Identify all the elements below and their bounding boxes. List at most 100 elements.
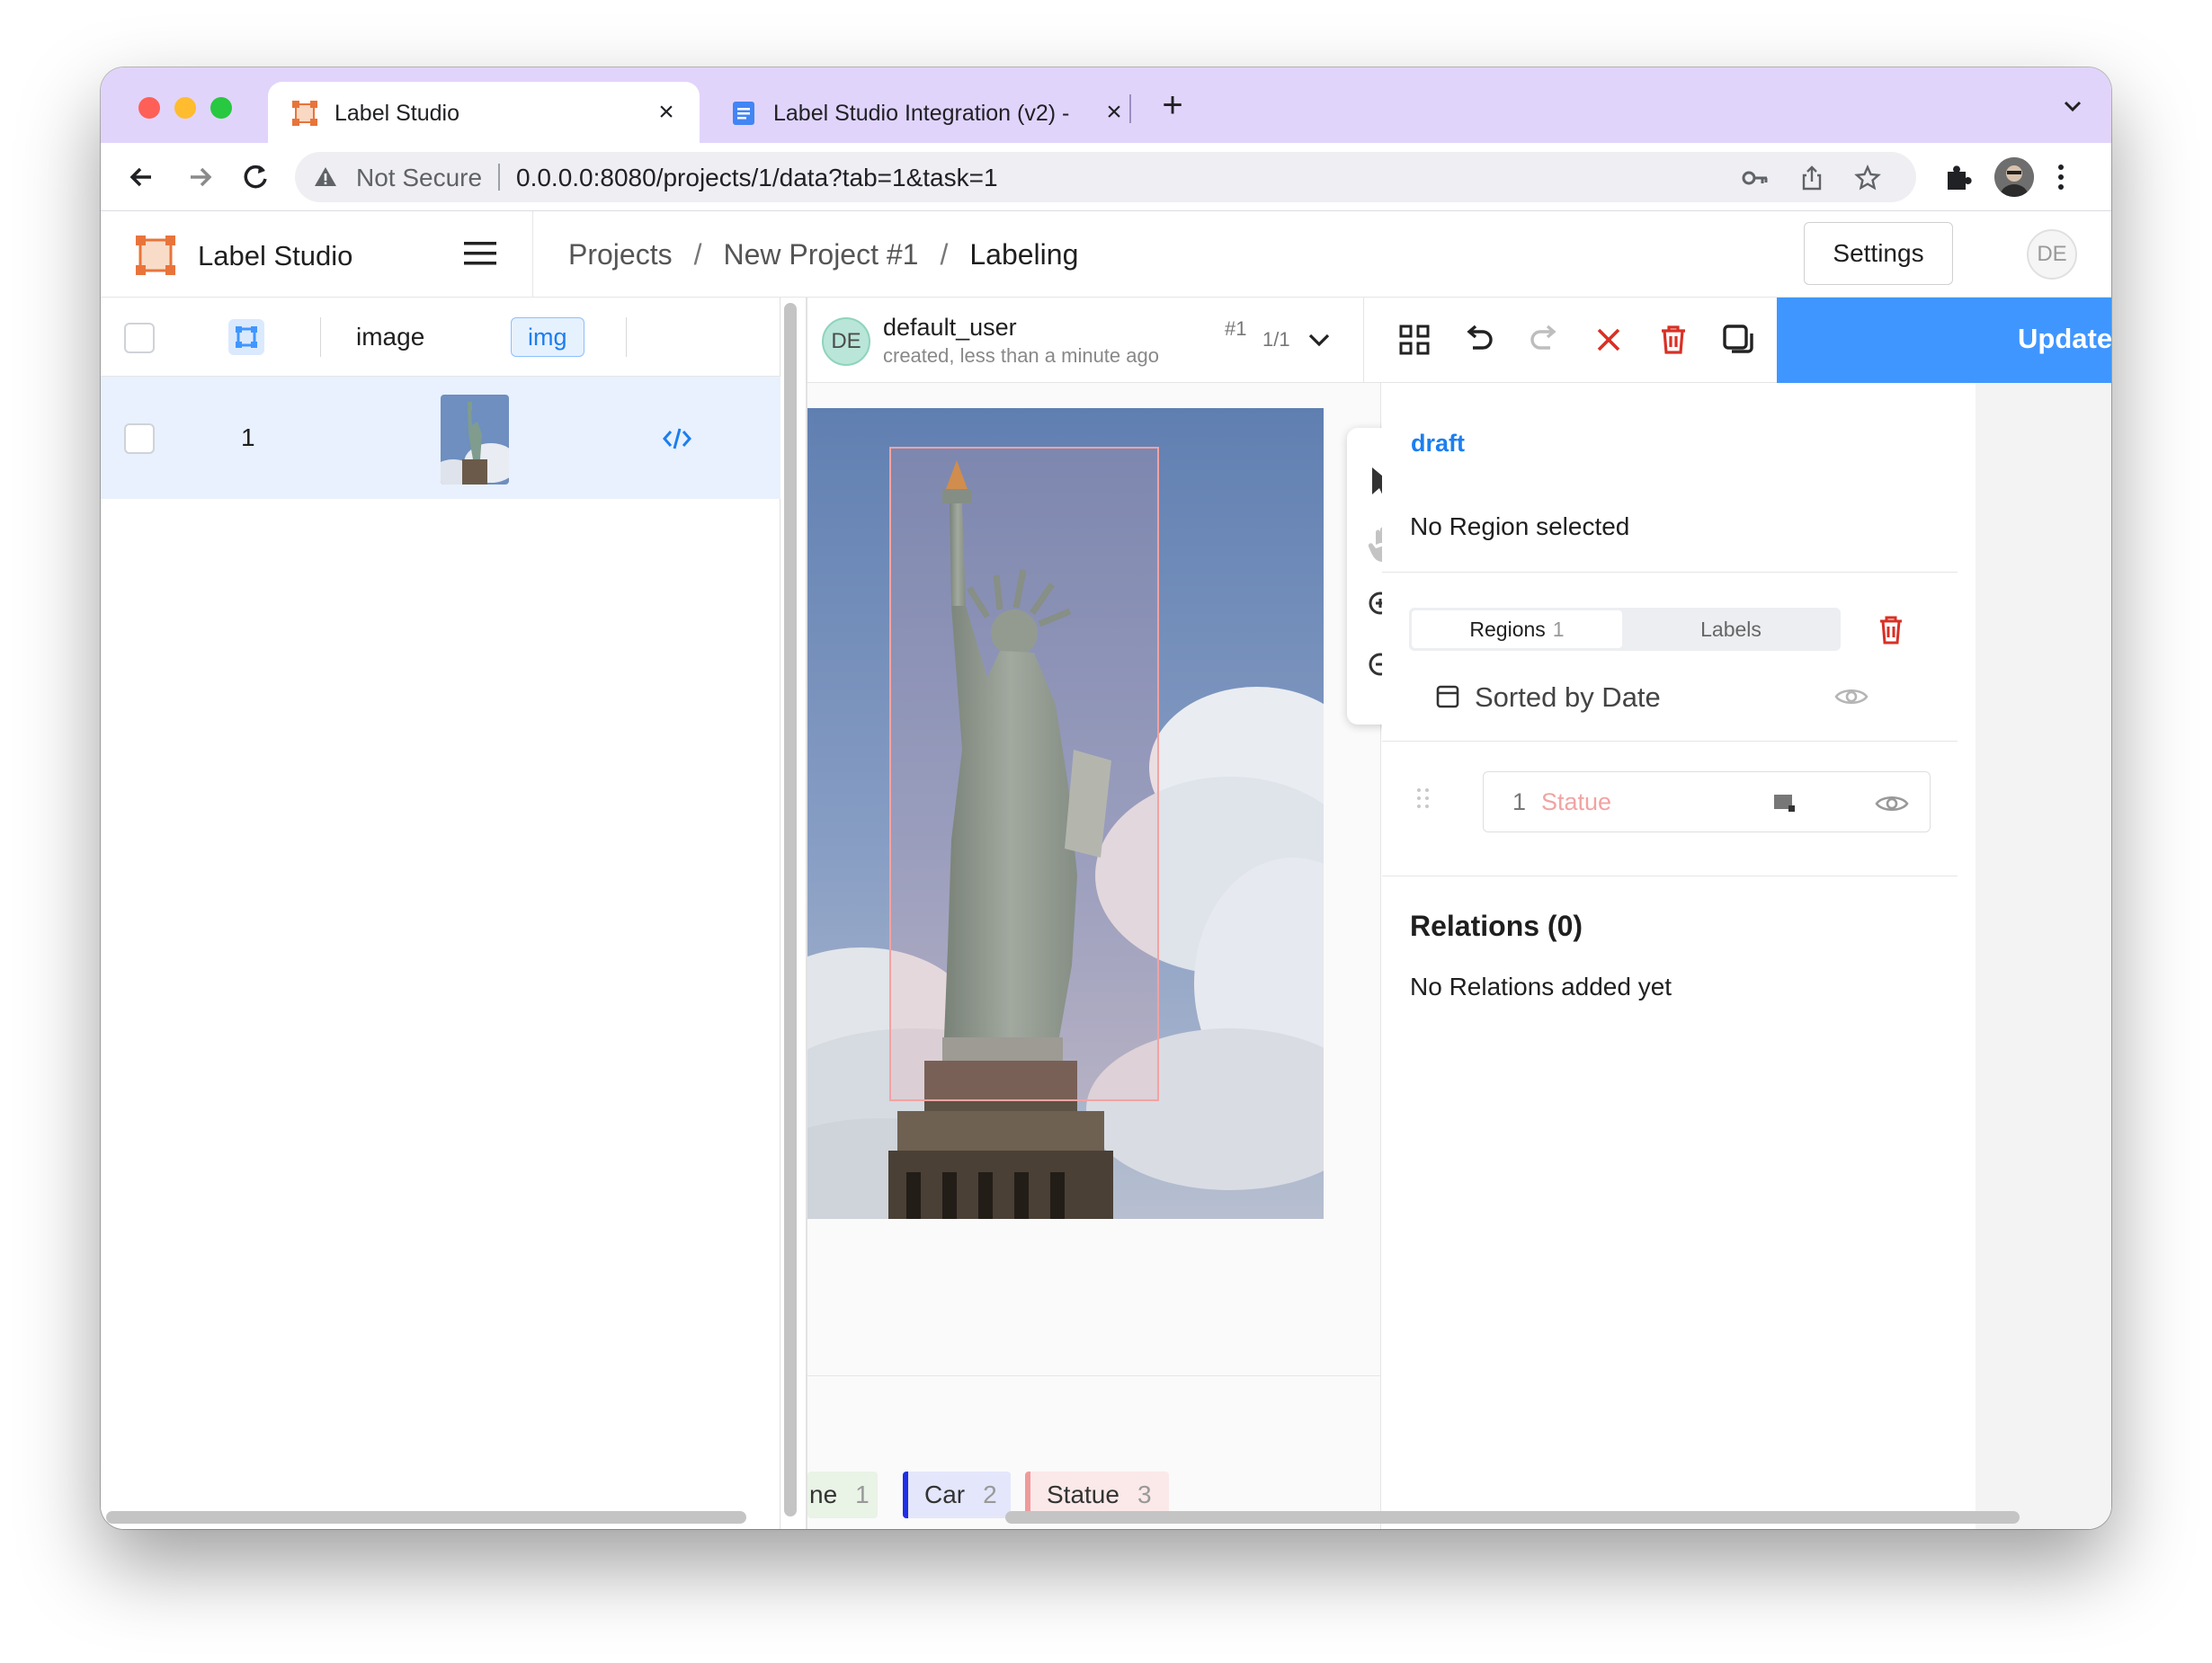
- no-region-text: No Region selected: [1410, 512, 1630, 540]
- vertical-scrollbar[interactable]: [784, 303, 797, 1516]
- rectangle-region-icon: [1771, 790, 1797, 815]
- docs-icon: [730, 100, 757, 127]
- address-divider: [498, 164, 500, 191]
- minimize-window-button[interactable]: [174, 97, 196, 119]
- column-divider: [626, 317, 627, 357]
- breadcrumb-project[interactable]: New Project #1: [723, 238, 918, 271]
- visibility-eye-icon[interactable]: [1874, 790, 1910, 817]
- labeling-interface: DE default_user #1 created, less than a …: [807, 298, 2111, 1529]
- breadcrumb: Projects / New Project #1 / Labeling: [568, 235, 1078, 274]
- table-header: image img: [101, 298, 780, 377]
- tab-label: Regions: [1469, 617, 1546, 641]
- type-badge: img: [511, 317, 584, 357]
- horizontal-scrollbar[interactable]: [106, 1511, 746, 1524]
- redo-icon[interactable]: [1523, 319, 1565, 360]
- grid-view-icon[interactable]: [1394, 319, 1435, 360]
- duplicate-icon[interactable]: [1717, 319, 1759, 360]
- annotation-number: #1: [1225, 317, 1247, 340]
- column-type-icon[interactable]: [228, 319, 264, 355]
- select-all-checkbox[interactable]: [124, 323, 155, 353]
- region-item[interactable]: 1 Statue: [1483, 771, 1931, 832]
- browser-toolbar: Not Secure 0.0.0.0:8080/projects/1/data?…: [101, 143, 2111, 211]
- user-avatar[interactable]: DE: [2027, 229, 2077, 280]
- close-window-button[interactable]: [138, 97, 160, 119]
- tab-labels[interactable]: Labels: [1625, 610, 1837, 648]
- row-id: 1: [241, 423, 255, 451]
- toolbar-divider: [1363, 298, 1364, 383]
- app-header: Label Studio Projects / New Project #1 /…: [101, 211, 2111, 298]
- extensions-puzzle-icon[interactable]: [1942, 161, 1975, 193]
- table-row[interactable]: 1: [101, 377, 780, 499]
- address-bar[interactable]: Not Secure 0.0.0.0:8080/projects/1/data?…: [295, 152, 1916, 202]
- row-checkbox[interactable]: [124, 423, 155, 454]
- new-tab-button[interactable]: +: [1151, 84, 1194, 127]
- sidebar-gutter: [1976, 383, 2111, 1529]
- annotation-created: created, less than a minute ago: [883, 344, 1159, 367]
- back-icon[interactable]: [122, 157, 162, 197]
- breadcrumb-projects[interactable]: Projects: [568, 238, 673, 271]
- relations-empty-text: No Relations added yet: [1410, 973, 1672, 1000]
- label-hotkey: 1: [855, 1481, 870, 1508]
- code-icon[interactable]: [662, 425, 692, 452]
- label-studio-logo-icon: [291, 100, 318, 127]
- delete-all-regions-icon[interactable]: [1875, 613, 1907, 647]
- browser-window: Label Studio × Label Studio Integration …: [101, 67, 2111, 1529]
- regions-sidebar: draft No Region selected Regions 1 Label…: [1382, 383, 1976, 1529]
- column-divider: [320, 317, 321, 357]
- reload-icon[interactable]: [236, 157, 275, 197]
- settings-button[interactable]: Settings: [1804, 222, 1953, 285]
- statue-thumbnail[interactable]: [441, 395, 509, 485]
- security-label: Not Secure: [356, 164, 483, 191]
- visibility-eye-icon[interactable]: [1833, 683, 1869, 710]
- tab-regions[interactable]: Regions 1: [1412, 610, 1622, 648]
- app-name[interactable]: Label Studio: [198, 240, 352, 272]
- label-chip[interactable]: Car 2: [903, 1472, 1011, 1518]
- close-tab-icon[interactable]: ×: [651, 97, 682, 128]
- password-key-icon[interactable]: [1741, 165, 1770, 191]
- label-hotkey: 3: [1137, 1481, 1152, 1508]
- tab-strip: Label Studio × Label Studio Integration …: [101, 67, 2111, 143]
- column-header-image[interactable]: image: [356, 323, 424, 351]
- drag-handle-icon[interactable]: [1414, 786, 1432, 811]
- chevron-down-icon[interactable]: [2059, 93, 2086, 120]
- label-chip[interactable]: ne 1: [807, 1472, 878, 1518]
- tab-label: Labels: [1700, 617, 1762, 641]
- reset-cross-icon[interactable]: [1588, 319, 1629, 360]
- header-divider: [532, 211, 533, 298]
- horizontal-scrollbar[interactable]: [1005, 1511, 2020, 1524]
- region-label: Statue: [1541, 788, 1612, 815]
- delete-trash-icon[interactable]: [1653, 319, 1694, 360]
- hamburger-menu-icon[interactable]: [462, 238, 498, 269]
- bookmark-star-icon[interactable]: [1854, 165, 1881, 191]
- update-label: Update: [2018, 323, 2111, 354]
- canvas-divider: [807, 1375, 1381, 1376]
- forward-icon[interactable]: [180, 157, 219, 197]
- annotator-name: default_user: [883, 314, 1017, 341]
- more-vert-icon[interactable]: [2056, 161, 2066, 193]
- label-text: ne: [809, 1481, 838, 1508]
- tab-count: 1: [1552, 617, 1565, 641]
- close-tab-icon[interactable]: ×: [1099, 97, 1129, 128]
- tab-title: Label Studio Integration (v2) -: [773, 101, 1070, 126]
- sort-label[interactable]: Sorted by Date: [1475, 681, 1661, 714]
- image-canvas-area: [807, 383, 1419, 1529]
- annotations-dropdown-icon[interactable]: [1304, 325, 1334, 355]
- breadcrumb-labeling: Labeling: [969, 237, 1079, 271]
- profile-avatar[interactable]: [1994, 157, 2034, 197]
- tab-divider: [1129, 94, 1131, 123]
- breadcrumb-separator: /: [940, 237, 949, 271]
- update-button[interactable]: Update: [1777, 298, 2111, 383]
- sidebar-tabs: Regions 1 Labels: [1409, 608, 1841, 651]
- label-studio-logo-icon[interactable]: [135, 235, 176, 276]
- tab-label-studio[interactable]: Label Studio ×: [268, 82, 700, 143]
- labeled-image[interactable]: [807, 408, 1324, 1219]
- sort-calendar-icon[interactable]: [1434, 683, 1461, 710]
- label-hotkey: 2: [983, 1481, 997, 1508]
- annotation-count: 1/1: [1262, 328, 1290, 351]
- region-index: 1: [1512, 788, 1527, 815]
- annotation-status: draft: [1411, 430, 1465, 457]
- undo-icon[interactable]: [1458, 319, 1500, 360]
- share-icon[interactable]: [1798, 165, 1825, 191]
- maximize-window-button[interactable]: [210, 97, 232, 119]
- url-text[interactable]: 0.0.0.0:8080/projects/1/data?tab=1&task=…: [516, 164, 998, 192]
